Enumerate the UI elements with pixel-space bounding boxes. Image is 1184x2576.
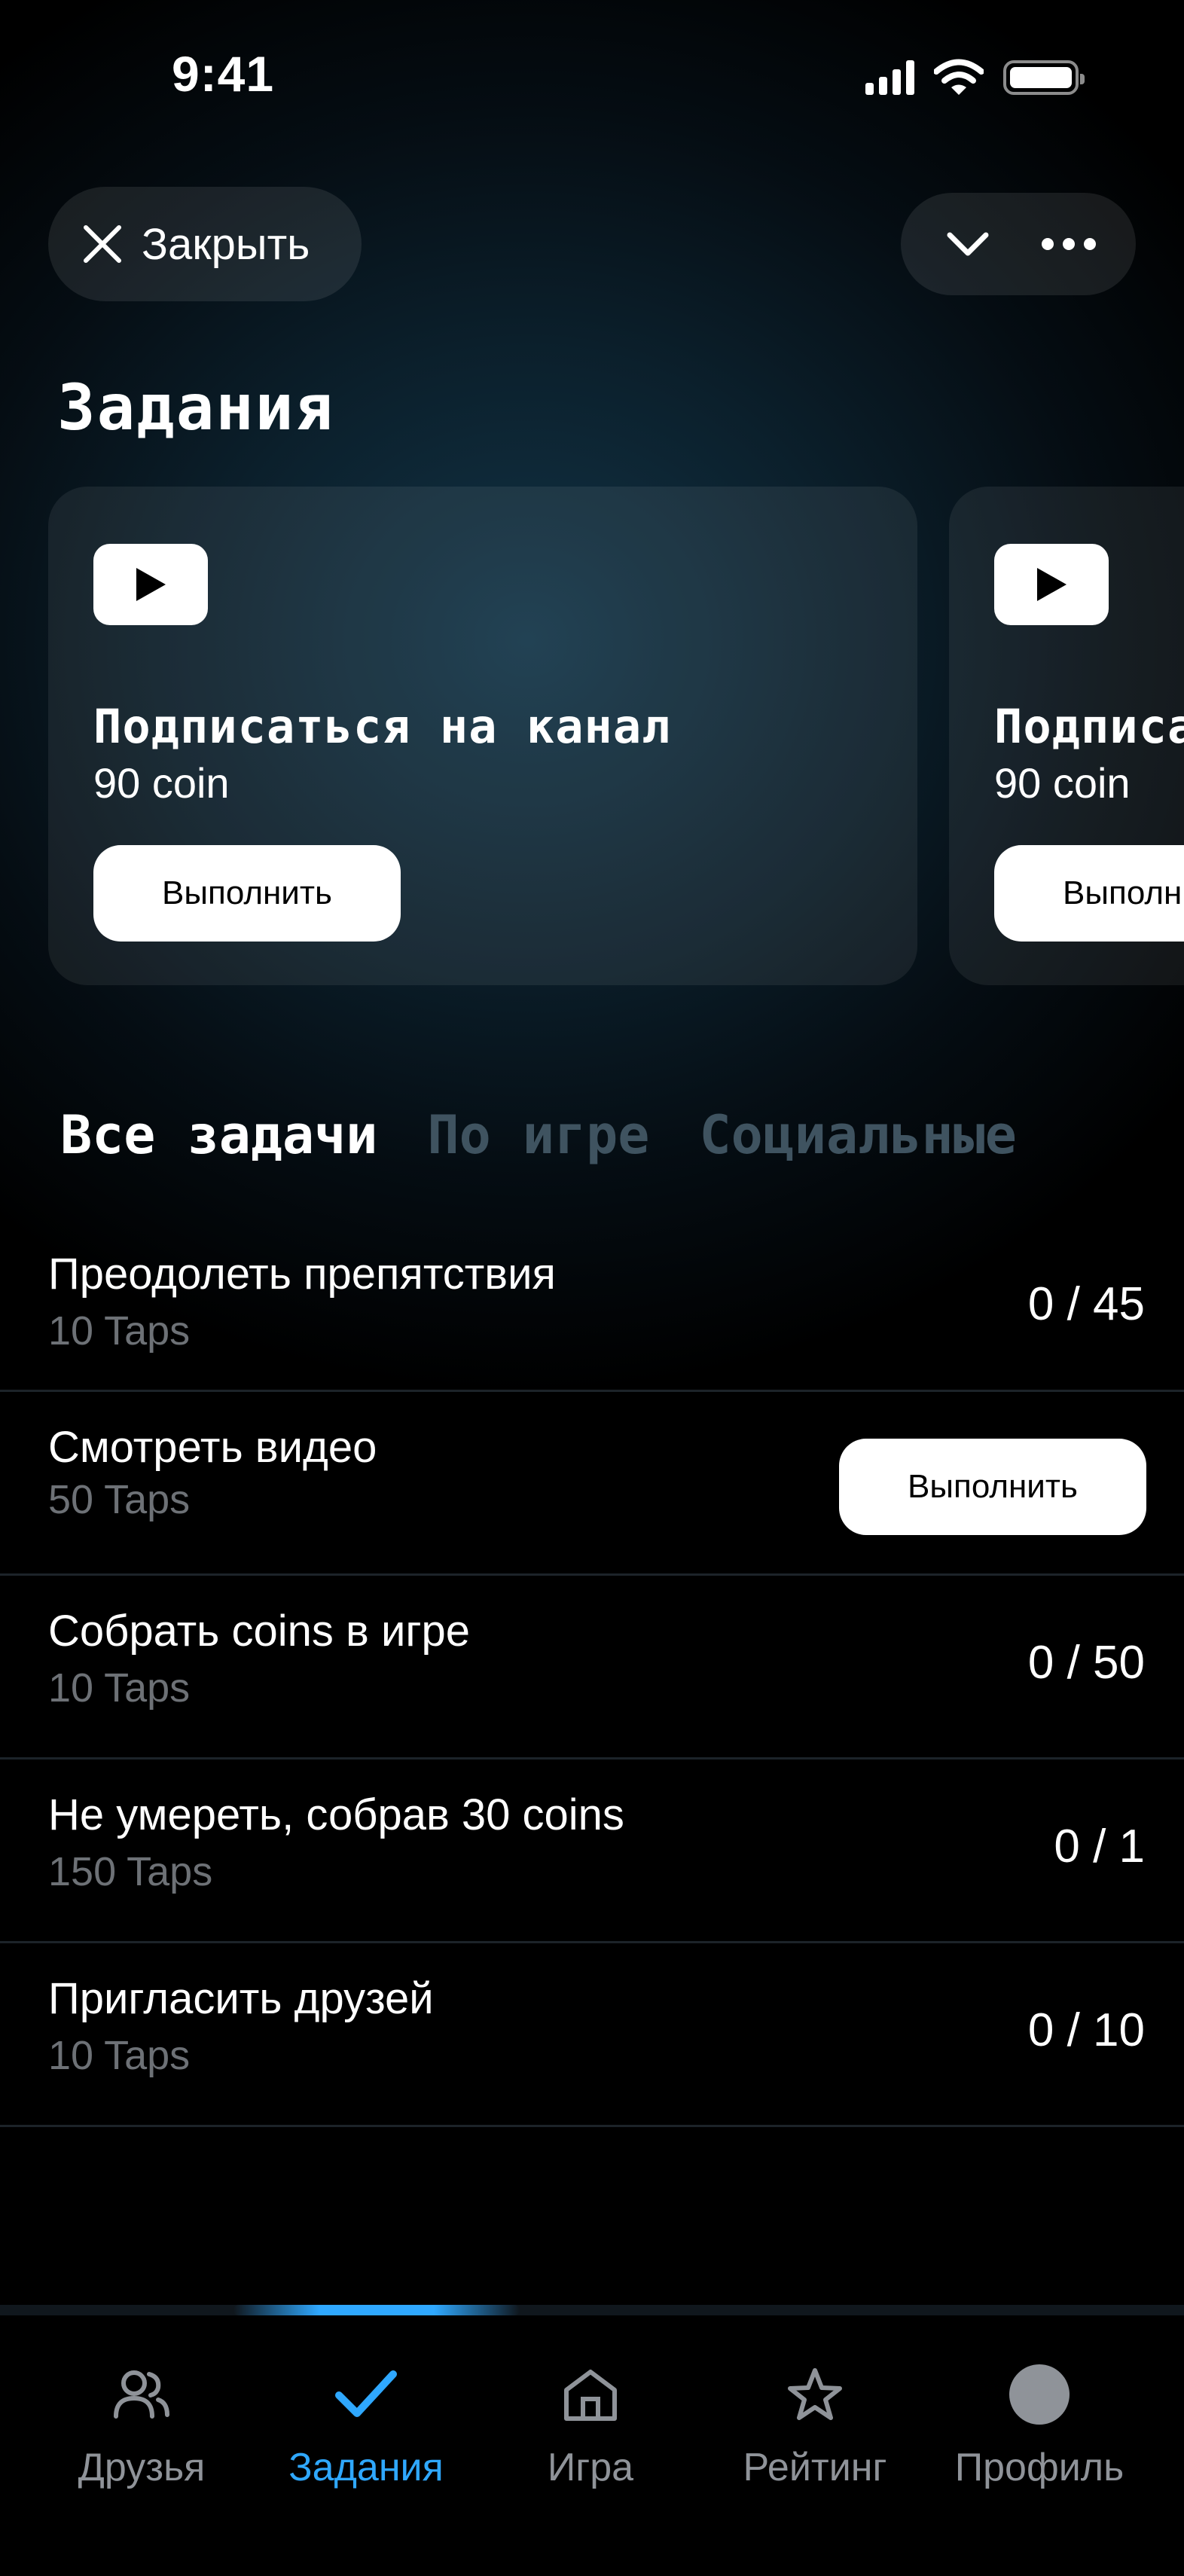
cellular-signal-icon	[865, 60, 914, 95]
chevron-down-icon	[947, 232, 989, 256]
task-row[interactable]: Пригласить друзей 10 Taps 0 / 10	[0, 1943, 1184, 2127]
featured-task-complete-button[interactable]: Выполнить	[994, 845, 1184, 942]
youtube-icon	[93, 544, 208, 625]
featured-task-card: Подписаться на канал 90 coin Выполнить	[48, 487, 917, 985]
task-reward: 50 Taps	[48, 1477, 191, 1522]
tab-social-tasks[interactable]: Социальные	[699, 1104, 1016, 1166]
task-row[interactable]: Не умереть, собрав 30 coins 150 Taps 0 /…	[0, 1760, 1184, 1943]
home-icon	[564, 2370, 617, 2421]
task-reward: 10 Taps	[48, 1665, 191, 1711]
featured-task-complete-button[interactable]: Выполнить	[93, 845, 401, 942]
nav-label: Игра	[547, 2446, 634, 2489]
featured-task-title: Подписаться на канал	[93, 699, 671, 754]
avatar	[1009, 2364, 1070, 2425]
status-time: 9:41	[172, 46, 275, 102]
task-reward: 150 Taps	[48, 1849, 213, 1894]
task-list: Преодолеть препятствия 10 Taps 0 / 45 См…	[0, 1220, 1184, 2127]
task-row[interactable]: Смотреть видео 50 Taps Выполнить	[0, 1392, 1184, 1576]
task-name: Собрать coins в игре	[48, 1607, 471, 1656]
featured-tasks-carousel[interactable]: Подписаться на канал 90 coin Выполнить П…	[48, 487, 1184, 985]
task-progress: 0 / 1	[1054, 1821, 1145, 1872]
check-icon	[335, 2370, 397, 2417]
nav-item-tasks[interactable]: Задания	[253, 2361, 479, 2490]
task-progress: 0 / 50	[1027, 1637, 1145, 1689]
task-progress: 0 / 10	[1027, 2004, 1145, 2056]
tab-all-tasks[interactable]: Все задачи	[60, 1104, 377, 1166]
youtube-icon	[994, 544, 1109, 625]
nav-label: Друзья	[78, 2446, 206, 2489]
page-title: Задания	[57, 371, 335, 444]
battery-icon	[1003, 60, 1085, 95]
nav-item-profile[interactable]: Профиль	[926, 2361, 1152, 2490]
tab-game-tasks[interactable]: По игре	[427, 1104, 649, 1166]
featured-task-reward: 90 coin	[93, 759, 230, 807]
nav-label: Профиль	[954, 2446, 1124, 2489]
collapse-button[interactable]	[926, 203, 1009, 285]
task-reward: 10 Taps	[48, 2033, 191, 2078]
nav-item-game[interactable]: Игра	[478, 2361, 703, 2490]
tasks-screen: 9:41 Закрыть Задания Подписаться на кана…	[0, 0, 1184, 2576]
active-tab-indicator	[233, 2305, 520, 2315]
task-progress: 0 / 45	[1027, 1278, 1145, 1330]
nav-label: Задания	[288, 2446, 444, 2489]
more-button[interactable]	[1027, 203, 1110, 285]
close-button[interactable]: Закрыть	[48, 187, 362, 301]
task-name: Не умереть, собрав 30 coins	[48, 1790, 624, 1839]
featured-task-title: Подписаться на канал	[994, 699, 1184, 754]
task-name: Преодолеть препятствия	[48, 1250, 556, 1299]
task-name: Пригласить друзей	[48, 1974, 434, 2023]
featured-task-card: Подписаться на канал 90 coin Выполнить	[949, 487, 1184, 985]
nav-item-friends[interactable]: Друзья	[29, 2361, 255, 2490]
task-reward: 10 Taps	[48, 1308, 191, 1354]
task-name: Смотреть видео	[48, 1423, 377, 1472]
featured-task-reward: 90 coin	[994, 759, 1131, 807]
task-complete-button[interactable]: Выполнить	[839, 1439, 1146, 1535]
wifi-icon	[934, 59, 984, 95]
bottom-nav: Друзья Задания Игра Рейтинг Профиль	[0, 2305, 1184, 2576]
close-label: Закрыть	[142, 219, 310, 269]
star-icon	[788, 2368, 842, 2420]
task-row[interactable]: Собрать coins в игре 10 Taps 0 / 50	[0, 1576, 1184, 1760]
mini-app-controls	[901, 193, 1136, 295]
status-icons	[865, 59, 1085, 96]
nav-label: Рейтинг	[743, 2446, 887, 2489]
close-icon	[84, 225, 121, 263]
task-row[interactable]: Преодолеть препятствия 10 Taps 0 / 45	[0, 1220, 1184, 1392]
task-filter-tabs: Все задачи По игре Социальные	[60, 1104, 1017, 1166]
more-icon	[1042, 238, 1096, 250]
nav-item-rating[interactable]: Рейтинг	[702, 2361, 928, 2490]
friends-icon	[114, 2370, 169, 2419]
